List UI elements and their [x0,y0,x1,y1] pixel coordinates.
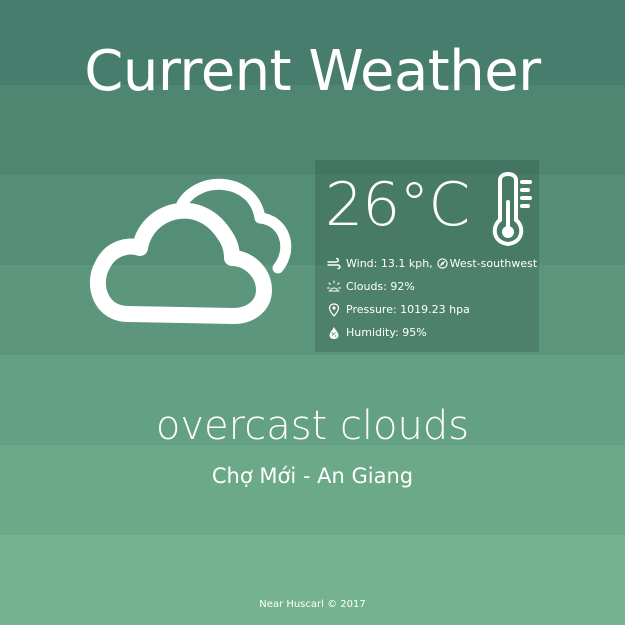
wind-icon [327,257,341,269]
background-band [0,445,625,535]
humidity-detail: Humidity: 95% [327,321,537,344]
temperature-value: 26°C [325,170,470,240]
location-pin-icon [328,302,340,317]
pressure-value: Pressure: 1019.23 hpa [346,303,470,316]
temperature-row: 26°C [325,170,470,240]
humidity-value: Humidity: 95% [346,326,427,339]
weather-details: Wind: 13.1 kph, West-southwest Clouds: 9… [327,252,537,344]
location-name: Chợ Mới - An Giang [211,464,414,488]
weather-info-panel: 26°C Wind: 13.1 kph, West-southwest Clou… [315,160,539,352]
clouds-value: Clouds: 92% [346,280,415,293]
pressure-detail: Pressure: 1019.23 hpa [327,298,537,321]
wind-speed: Wind: 13.1 kph, [346,257,433,270]
cloud-icon [90,178,292,324]
clouds-detail: Clouds: 92% [327,275,537,298]
cloudy-sun-icon [327,279,341,292]
water-drop-icon [329,326,339,339]
page-title: Current Weather [84,39,541,104]
weather-description: overcast clouds [155,403,470,449]
thermometer-icon [492,172,532,247]
compass-icon [436,258,448,269]
wind-detail: Wind: 13.1 kph, West-southwest [327,252,537,275]
footer-credit: Near Huscarl © 2017 [259,599,366,610]
wind-direction: West-southwest [449,257,538,270]
